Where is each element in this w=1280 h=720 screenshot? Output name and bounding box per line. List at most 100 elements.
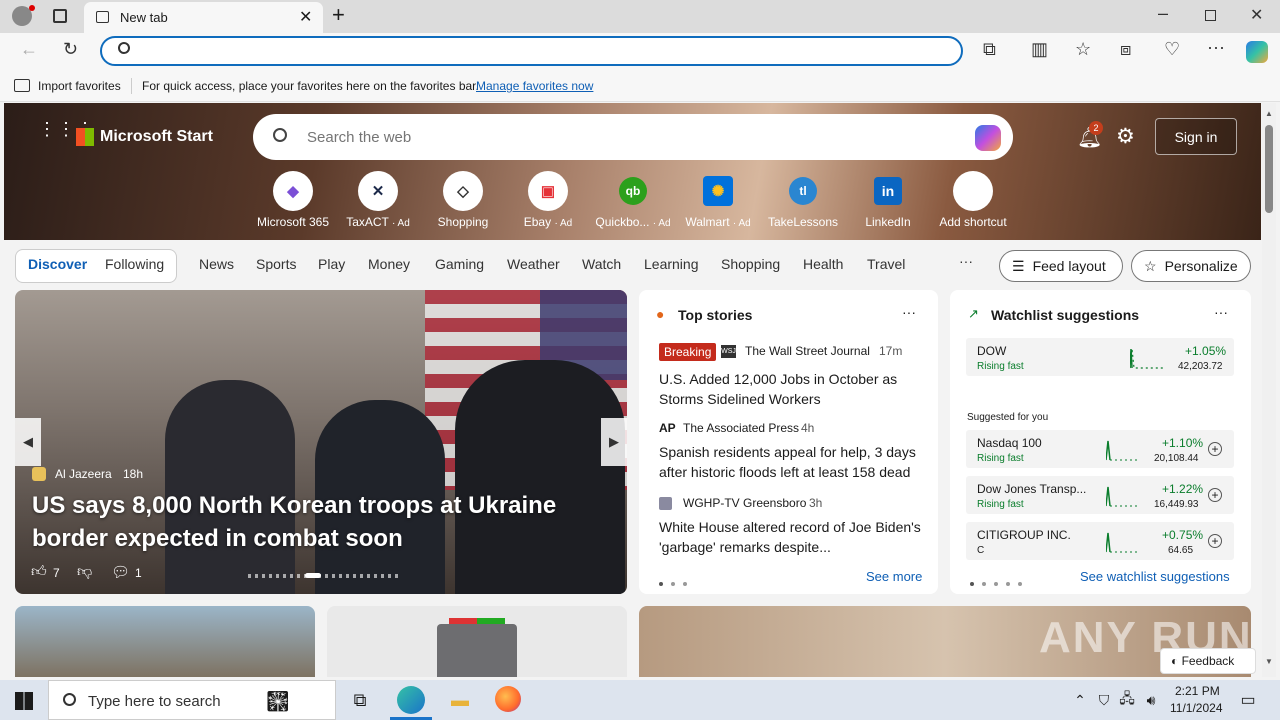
sign-in-button[interactable]: Sign in	[1155, 118, 1237, 155]
page-scrollbar[interactable]: ▲ ▼	[1262, 103, 1276, 677]
story-source[interactable]: The Associated Press	[683, 421, 799, 435]
tab-title: New tab	[120, 10, 168, 25]
watch-row-citigroup[interactable]: CITIGROUP INC. C +0.75% 64.65	[966, 522, 1234, 560]
shortcut-ebay[interactable]: ▣ Ebay · Ad	[508, 171, 588, 229]
nav-health[interactable]: Health	[803, 256, 843, 272]
like-icon[interactable]: 👍︎	[31, 563, 47, 581]
web-search-input[interactable]	[307, 127, 927, 147]
shortcut-taxact[interactable]: ✕ TaxACT · Ad	[338, 171, 418, 229]
nav-gaming[interactable]: Gaming	[435, 256, 484, 272]
see-watchlist-link[interactable]: See watchlist suggestions	[1080, 569, 1230, 584]
nav-money[interactable]: Money	[368, 256, 410, 272]
quickbooks-icon: qb	[619, 177, 647, 205]
watch-row-nasdaq[interactable]: Nasdaq 100 Rising fast +1.10% 20,108.44	[966, 430, 1234, 468]
top-stories-more-icon[interactable]: ···	[902, 304, 916, 320]
split-screen-icon[interactable]: ▥	[1031, 39, 1048, 60]
page-settings-gear-icon[interactable]: ⚙	[1116, 124, 1135, 149]
scroll-down-arrow[interactable]: ▼	[1265, 657, 1273, 666]
search-highlight-icon[interactable]: 🎇︎	[265, 689, 290, 714]
manage-favorites-link[interactable]: Manage favorites now	[476, 79, 593, 93]
address-input[interactable]	[142, 41, 942, 61]
carousel-indicators[interactable]	[248, 574, 398, 578]
taskbar-search-box[interactable]: Type here to search 🎇︎	[48, 680, 336, 720]
see-more-link[interactable]: See more	[866, 569, 922, 584]
personalize-button[interactable]: ☆ Personalize	[1131, 250, 1251, 282]
close-window-icon[interactable]: ✕	[1250, 5, 1263, 25]
hero-story-card[interactable]: ◀ ▶ Al Jazeera 18h US says 8,000 North K…	[15, 290, 627, 594]
scrollbar-thumb[interactable]	[1265, 125, 1273, 213]
page-dots[interactable]	[970, 574, 1030, 589]
story-headline[interactable]: U.S. Added 12,000 Jobs in October as Sto…	[659, 369, 924, 409]
favorites-icon[interactable]: ☆	[1075, 39, 1091, 60]
nav-travel[interactable]: Travel	[867, 256, 905, 272]
nav-shopping[interactable]: Shopping	[721, 256, 780, 272]
dislike-icon[interactable]: 👎︎	[77, 563, 92, 581]
shortcut-microsoft-365[interactable]: ◆ Microsoft 365	[253, 171, 333, 229]
windows-start-icon[interactable]	[15, 692, 33, 710]
collections-icon[interactable]: ⧈	[1120, 39, 1131, 60]
carousel-prev-button[interactable]: ◀	[15, 418, 41, 466]
extensions-icon[interactable]: ⧉	[983, 39, 996, 60]
copilot-icon[interactable]	[1246, 41, 1268, 63]
browser-essentials-icon[interactable]: ♡	[1164, 39, 1180, 60]
close-tab-icon[interactable]: ✕	[299, 7, 312, 27]
nav-news[interactable]: News	[199, 256, 234, 272]
web-search-box[interactable]	[253, 114, 1013, 160]
settings-more-icon[interactable]: ···	[1207, 37, 1225, 58]
firefox-icon[interactable]	[495, 686, 521, 712]
add-to-watchlist-icon[interactable]: +	[1208, 488, 1222, 502]
shortcut-shopping[interactable]: ◇ Shopping	[423, 171, 503, 229]
volume-icon[interactable]: 🔊︎	[1137, 686, 1165, 714]
nav-learning[interactable]: Learning	[644, 256, 699, 272]
watch-row-dow[interactable]: DOW Rising fast +1.05% 42,203.72	[966, 338, 1234, 376]
nav-watch[interactable]: Watch	[582, 256, 621, 272]
hero-headline[interactable]: US says 8,000 North Korean troops at Ukr…	[32, 489, 592, 555]
clock-time[interactable]: 2:21 PM	[1175, 684, 1220, 698]
tab-following[interactable]: Following	[105, 256, 164, 272]
story-card-image[interactable]	[15, 606, 315, 677]
back-icon[interactable]: ←	[20, 39, 38, 60]
new-tab-button[interactable]: +	[332, 2, 345, 28]
tab-actions-icon[interactable]	[53, 9, 67, 23]
file-explorer-icon[interactable]: ▬	[446, 686, 474, 714]
copilot-search-icon[interactable]	[975, 125, 1001, 151]
tab-discover[interactable]: Discover	[28, 256, 87, 272]
watchlist-card: ↗ Watchlist suggestions ··· DOW Rising f…	[950, 290, 1251, 594]
import-favorites-link[interactable]: Import favorites	[38, 79, 121, 93]
watchlist-more-icon[interactable]: ···	[1214, 304, 1228, 320]
address-bar[interactable]	[100, 36, 963, 66]
tab-new-tab[interactable]: New tab ✕	[84, 2, 323, 33]
comment-icon[interactable]: 💬︎	[111, 563, 130, 581]
notifications-center-icon[interactable]: ▭	[1234, 686, 1262, 714]
task-view-icon[interactable]: ⧉	[346, 686, 374, 714]
nav-sports[interactable]: Sports	[256, 256, 296, 272]
nav-more-icon[interactable]: ···	[959, 253, 973, 269]
story-card-image[interactable]	[327, 606, 627, 677]
shortcut-quickbooks[interactable]: qb Quickbo... · Ad	[593, 171, 673, 229]
add-to-watchlist-icon[interactable]: +	[1208, 442, 1222, 456]
story-source[interactable]: WGHP-TV Greensboro	[683, 496, 806, 510]
shortcut-walmart[interactable]: ✺ Walmart · Ad	[678, 171, 758, 229]
edge-taskbar-icon[interactable]	[397, 686, 425, 714]
shortcut-add[interactable]: + Add shortcut	[933, 171, 1013, 229]
shortcut-takelessons[interactable]: tl TakeLessons	[763, 171, 843, 229]
feed-layout-button[interactable]: ☰ Feed layout	[999, 250, 1123, 282]
restore-icon[interactable]	[1205, 10, 1216, 21]
watch-row-dow-transport[interactable]: Dow Jones Transp... Rising fast +1.22% 1…	[966, 476, 1234, 514]
shortcut-linkedin[interactable]: in LinkedIn	[848, 171, 928, 229]
clock-date[interactable]: 11/1/2024	[1170, 701, 1223, 715]
minimize-icon[interactable]: –	[1158, 3, 1168, 24]
page-dots[interactable]	[659, 574, 695, 589]
carousel-next-button[interactable]: ▶	[601, 418, 627, 466]
story-headline[interactable]: White House altered record of Joe Biden'…	[659, 517, 924, 557]
scroll-up-arrow[interactable]: ▲	[1265, 109, 1273, 118]
story-source[interactable]: The Wall Street Journal	[745, 344, 870, 358]
story-headline[interactable]: Spanish residents appeal for help, 3 day…	[659, 442, 924, 482]
refresh-icon[interactable]: ↻	[63, 39, 78, 60]
hero-source[interactable]: Al Jazeera	[55, 467, 112, 481]
nav-play[interactable]: Play	[318, 256, 345, 272]
nav-weather[interactable]: Weather	[507, 256, 560, 272]
feedback-button[interactable]: ◐ Feedback	[1160, 648, 1256, 674]
add-to-watchlist-icon[interactable]: +	[1208, 534, 1222, 548]
brand-title[interactable]: Microsoft Start	[100, 128, 213, 146]
